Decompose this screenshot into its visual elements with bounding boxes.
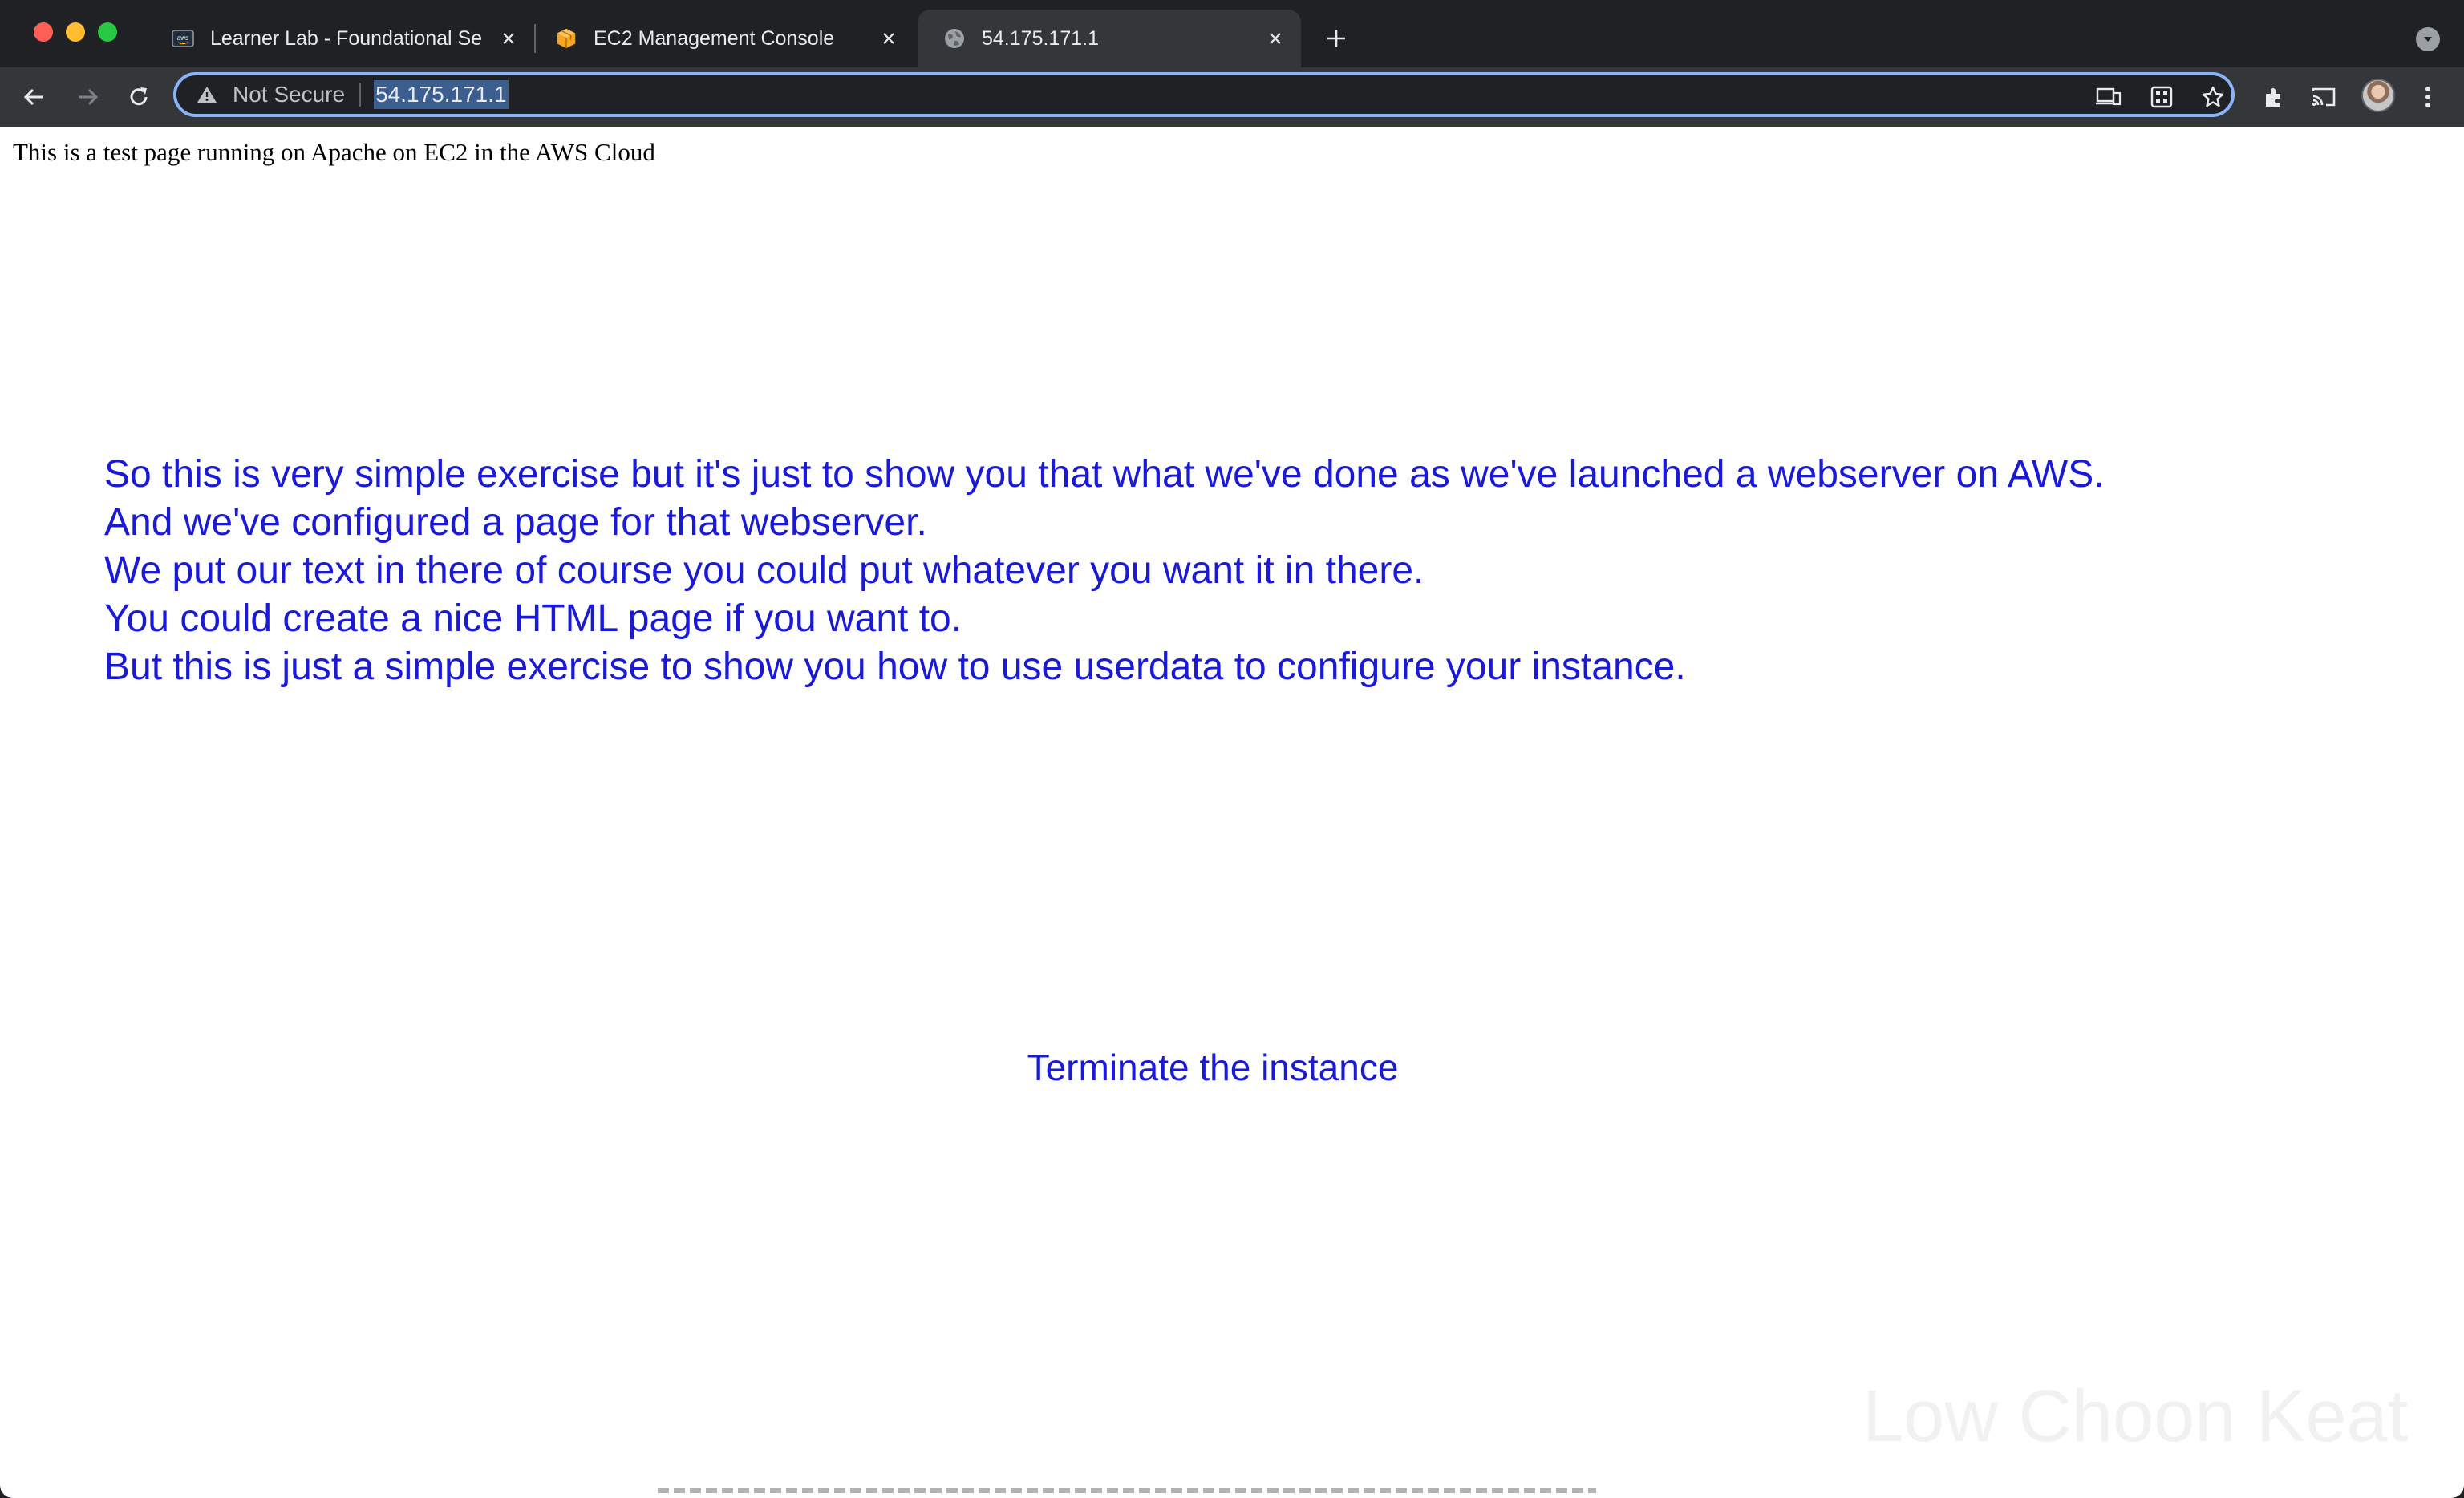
maximize-window-button[interactable]: [98, 22, 117, 42]
message-line: We put our text in there of course you c…: [104, 549, 1424, 592]
forward-button[interactable]: [71, 80, 104, 114]
message-block: So this is very simple exercise but it's…: [104, 451, 2398, 691]
aws-box-icon: [555, 27, 578, 50]
security-status-label[interactable]: Not Secure: [233, 82, 345, 107]
tab-search-button[interactable]: [2416, 27, 2440, 51]
address-divider: [359, 83, 362, 107]
browser-window: aws Learner Lab - Foundational Se EC2 Ma…: [0, 0, 2464, 1498]
intro-text: This is a test page running on Apache on…: [13, 138, 655, 166]
aws-icon: aws: [172, 27, 194, 50]
tab-ec2-console[interactable]: EC2 Management Console: [529, 10, 914, 67]
close-icon[interactable]: [496, 26, 521, 51]
warning-icon[interactable]: [196, 83, 218, 106]
globe-icon: [943, 27, 966, 50]
tab-title: 54.175.171.1: [982, 26, 1099, 50]
close-icon[interactable]: [876, 26, 902, 51]
address-bar[interactable]: Not Secure 54.175.171.1: [173, 72, 2235, 117]
reload-button[interactable]: [122, 80, 156, 114]
svg-text:aws: aws: [177, 34, 188, 42]
message-line: But this is just a simple exercise to sh…: [104, 646, 1686, 688]
close-window-button[interactable]: [34, 22, 53, 42]
watermark: Low Choon Keat: [1862, 1375, 2409, 1457]
message-line: You could create a nice HTML page if you…: [104, 597, 962, 640]
page-content: This is a test page running on Apache on…: [0, 127, 2464, 1498]
close-icon[interactable]: [1262, 26, 1288, 51]
qr-code-icon[interactable]: [2148, 83, 2175, 111]
extensions-icon[interactable]: [2257, 80, 2291, 114]
tab-ip-address[interactable]: 54.175.171.1: [918, 10, 1301, 67]
message-line: And we've configured a page for that web…: [104, 501, 927, 544]
message-line: So this is very simple exercise but it's…: [104, 453, 2105, 496]
minimize-window-button[interactable]: [66, 22, 85, 42]
menu-icon[interactable]: [2411, 80, 2445, 114]
terminate-caption: Terminate the instance: [1027, 1047, 1399, 1088]
cutoff-subtitle: [0, 1482, 2464, 1498]
tab-title: Learner Lab - Foundational Se: [210, 26, 483, 50]
profile-avatar[interactable]: [2361, 79, 2395, 112]
tab-title: EC2 Management Console: [594, 26, 835, 50]
cast-icon[interactable]: [2307, 80, 2340, 114]
install-app-icon[interactable]: [2095, 83, 2122, 111]
back-button[interactable]: [18, 80, 51, 114]
tab-learner-lab[interactable]: aws Learner Lab - Foundational Se: [146, 10, 534, 67]
tab-strip: aws Learner Lab - Foundational Se EC2 Ma…: [0, 0, 2464, 67]
url-text[interactable]: 54.175.171.1: [374, 80, 509, 109]
new-tab-button[interactable]: [1322, 24, 1351, 53]
bookmark-star-icon[interactable]: [2199, 83, 2227, 111]
